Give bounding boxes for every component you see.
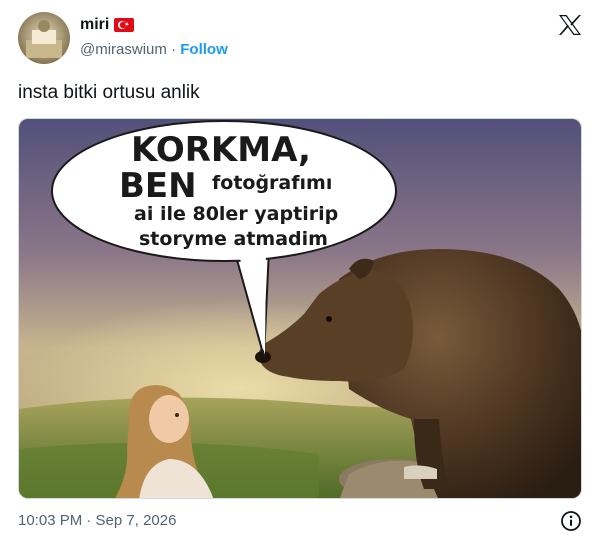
bubble-line-2-small: fotoğrafımı <box>212 172 332 194</box>
follow-button[interactable]: Follow <box>180 41 228 58</box>
avatar[interactable] <box>18 12 70 64</box>
turkey-flag-icon <box>114 18 134 37</box>
bubble-line-2-big: BEN <box>119 166 197 206</box>
separator-dot: · <box>171 41 177 58</box>
author-handle[interactable]: @miraswium <box>80 41 167 58</box>
bubble-line-3: ai ile 80ler yaptirip <box>134 203 338 225</box>
tweet-media-image[interactable]: KORKMA, BEN fotoğrafımı ai ile 80ler yap… <box>18 118 582 499</box>
tweet-timestamp[interactable]: 10:03 PM · Sep 7, 2026 <box>18 512 176 529</box>
x-logo-icon[interactable] <box>558 14 582 41</box>
tweet-text: insta bitki ortusu anlik <box>18 82 200 103</box>
author-handle-row: @miraswium · Follow <box>80 41 228 58</box>
bubble-line-1: KORKMA, <box>131 130 311 170</box>
author-display-name[interactable]: miri <box>80 16 109 34</box>
bubble-line-4: storyme atmadim <box>139 228 328 250</box>
tweet-card: miri @miraswium · Follow insta bitki ort… <box>0 0 600 550</box>
info-icon[interactable] <box>560 510 582 537</box>
